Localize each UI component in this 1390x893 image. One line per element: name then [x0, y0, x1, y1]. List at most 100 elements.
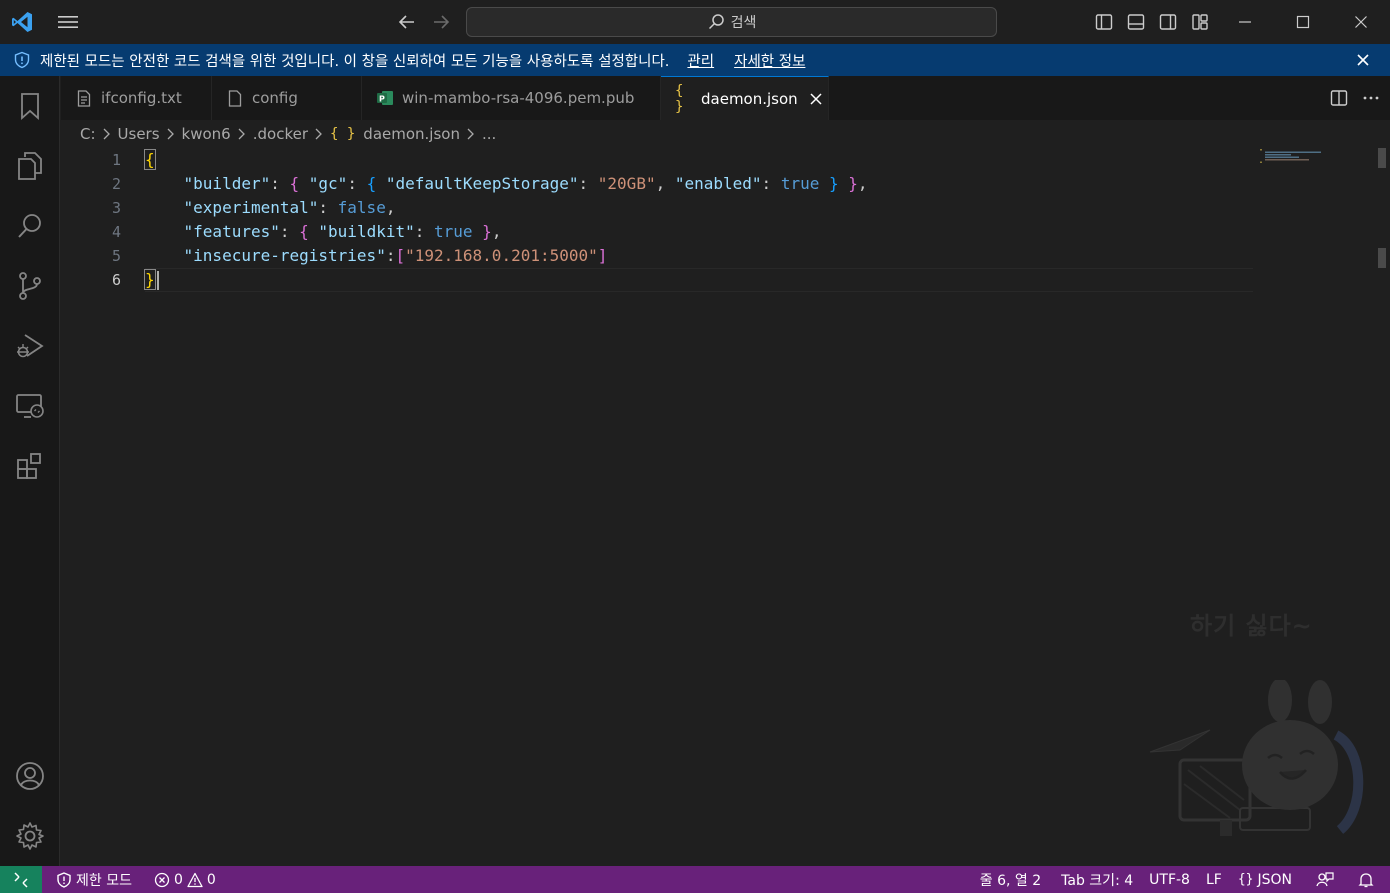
search-view-button[interactable] — [12, 208, 48, 244]
maximize-button[interactable] — [1274, 0, 1332, 44]
breadcrumb-docker-folder[interactable]: .docker — [253, 125, 308, 143]
code-line: { — [144, 149, 156, 170]
extensions-view-button[interactable] — [12, 448, 48, 484]
close-window-button[interactable] — [1332, 0, 1390, 44]
chevron-right-icon — [166, 128, 176, 140]
background-watermark-text: 하기 싫다~ — [1190, 612, 1313, 640]
forward-arrow-icon[interactable] — [430, 12, 452, 32]
code-line: "experimental": false, — [183, 198, 396, 217]
split-editor-icon[interactable] — [1330, 89, 1348, 107]
chevron-right-icon — [314, 128, 324, 140]
breadcrumb-drive[interactable]: C: — [80, 125, 96, 143]
toggle-primary-sidebar-button[interactable] — [1088, 0, 1120, 44]
publisher-file-icon: P — [376, 89, 394, 107]
chevron-right-icon — [102, 128, 112, 140]
code-editor[interactable]: 1 2 3 4 5 6 { "builder": { "gc": { "defa… — [61, 148, 1390, 866]
eol-selector[interactable]: LF — [1198, 866, 1230, 893]
notifications-button[interactable] — [1350, 866, 1382, 893]
breadcrumb-users[interactable]: Users — [118, 125, 160, 143]
title-bar: 검색 — [0, 0, 1390, 44]
hamburger-menu-icon[interactable] — [56, 12, 80, 32]
tab-label: config — [252, 89, 298, 107]
command-center-search[interactable]: 검색 — [466, 7, 997, 37]
encoding-selector[interactable]: UTF-8 — [1141, 866, 1198, 893]
account-icon — [16, 762, 44, 790]
status-bar-right: 줄 6, 열 2 Tab 크기: 4 UTF-8 LF {} JSON — [972, 866, 1382, 893]
error-count: 0 — [173, 871, 183, 888]
customize-layout-button[interactable] — [1184, 0, 1216, 44]
tab-label: daemon.json — [701, 89, 798, 108]
problems-indicator[interactable]: 0 0 — [146, 866, 224, 893]
breadcrumb-user-folder[interactable]: kwon6 — [182, 125, 231, 143]
editor-tabs: ifconfig.txt config P win-mambo-rsa-4096… — [61, 76, 1390, 120]
remote-explorer-view-button[interactable] — [12, 388, 48, 424]
remote-icon — [14, 871, 28, 888]
tab-label: ifconfig.txt — [101, 89, 182, 107]
language-mode-selector[interactable]: {} JSON — [1230, 866, 1300, 893]
tab-ifconfig-txt[interactable]: ifconfig.txt — [61, 76, 212, 120]
toggle-panel-button[interactable] — [1120, 0, 1152, 44]
more-actions-icon[interactable] — [1362, 89, 1380, 107]
explorer-view-button[interactable] — [12, 148, 48, 184]
run-debug-icon — [17, 334, 44, 358]
status-bar: 제한 모드 0 0 줄 6, 열 2 Tab 크기: 4 UTF-8 LF {}… — [0, 866, 1390, 893]
cursor-position[interactable]: 줄 6, 열 2 — [972, 866, 1049, 893]
bookmarks-view-button[interactable] — [12, 88, 48, 124]
bell-icon — [1358, 872, 1374, 887]
gear-icon — [16, 822, 44, 850]
line-number: 2 — [111, 175, 121, 193]
file-icon — [226, 89, 244, 107]
minimize-button[interactable] — [1216, 0, 1274, 44]
tab-win-mambo-rsa-pem-pub[interactable]: P win-mambo-rsa-4096.pem.pub — [362, 76, 661, 120]
back-arrow-icon[interactable] — [396, 12, 418, 32]
bunny-background-image — [1149, 680, 1364, 836]
code-content[interactable]: { "builder": { "gc": { "defaultKeepStora… — [144, 148, 868, 340]
text-cursor — [157, 271, 159, 290]
file-text-icon — [75, 89, 93, 107]
files-icon — [18, 152, 42, 180]
search-icon — [708, 14, 724, 30]
breadcrumb-symbol[interactable]: ... — [482, 125, 496, 143]
error-icon — [154, 872, 170, 887]
shield-icon — [14, 51, 30, 69]
restricted-mode-banner: 제한된 모드는 안전한 코드 검색을 위한 것입니다. 이 창을 신뢰하여 모든… — [0, 44, 1390, 76]
bookmark-icon — [21, 93, 39, 120]
secondary-sidebar-icon — [1159, 14, 1177, 30]
accounts-button[interactable] — [12, 758, 48, 794]
tab-config[interactable]: config — [212, 76, 362, 120]
layout-controls — [1088, 0, 1216, 44]
indentation-selector[interactable]: Tab 크기: 4 — [1053, 866, 1141, 893]
svg-text:P: P — [379, 95, 385, 104]
tab-daemon-json[interactable]: { } daemon.json — [661, 76, 829, 120]
tab-label: win-mambo-rsa-4096.pem.pub — [402, 89, 635, 107]
vscode-logo-icon[interactable] — [10, 10, 34, 34]
editor-actions — [1330, 76, 1380, 120]
source-control-view-button[interactable] — [12, 268, 48, 304]
language-label: JSON — [1257, 871, 1292, 888]
line-number: 4 — [111, 223, 121, 241]
remote-indicator-button[interactable] — [0, 866, 42, 893]
minimize-icon — [1239, 21, 1251, 23]
warning-count: 0 — [206, 871, 216, 888]
manage-settings-button[interactable] — [12, 818, 48, 854]
toggle-secondary-sidebar-button[interactable] — [1152, 0, 1184, 44]
close-banner-icon[interactable] — [1354, 51, 1372, 69]
line-number: 3 — [111, 199, 121, 217]
remote-explorer-icon — [16, 394, 44, 418]
customize-layout-icon — [1192, 14, 1208, 30]
source-control-icon — [19, 272, 41, 300]
code-line: "features": { "buildkit": true }, — [183, 222, 502, 241]
minimap[interactable] — [1260, 148, 1340, 164]
current-line-highlight — [145, 268, 1253, 292]
run-and-debug-view-button[interactable] — [12, 328, 48, 364]
more-info-link[interactable]: 자세한 정보 — [734, 50, 805, 71]
restricted-mode-indicator[interactable]: 제한 모드 — [48, 866, 140, 893]
manage-link[interactable]: 관리 — [687, 50, 714, 71]
close-tab-icon[interactable] — [808, 91, 824, 107]
code-line: "builder": { "gc": { "defaultKeepStorage… — [183, 174, 868, 193]
feedback-button[interactable] — [1308, 866, 1342, 893]
breadcrumb-file[interactable]: daemon.json — [363, 125, 460, 143]
json-braces-icon: {} — [1237, 872, 1254, 887]
search-label: 검색 — [730, 15, 757, 31]
maximize-icon — [1296, 15, 1310, 29]
